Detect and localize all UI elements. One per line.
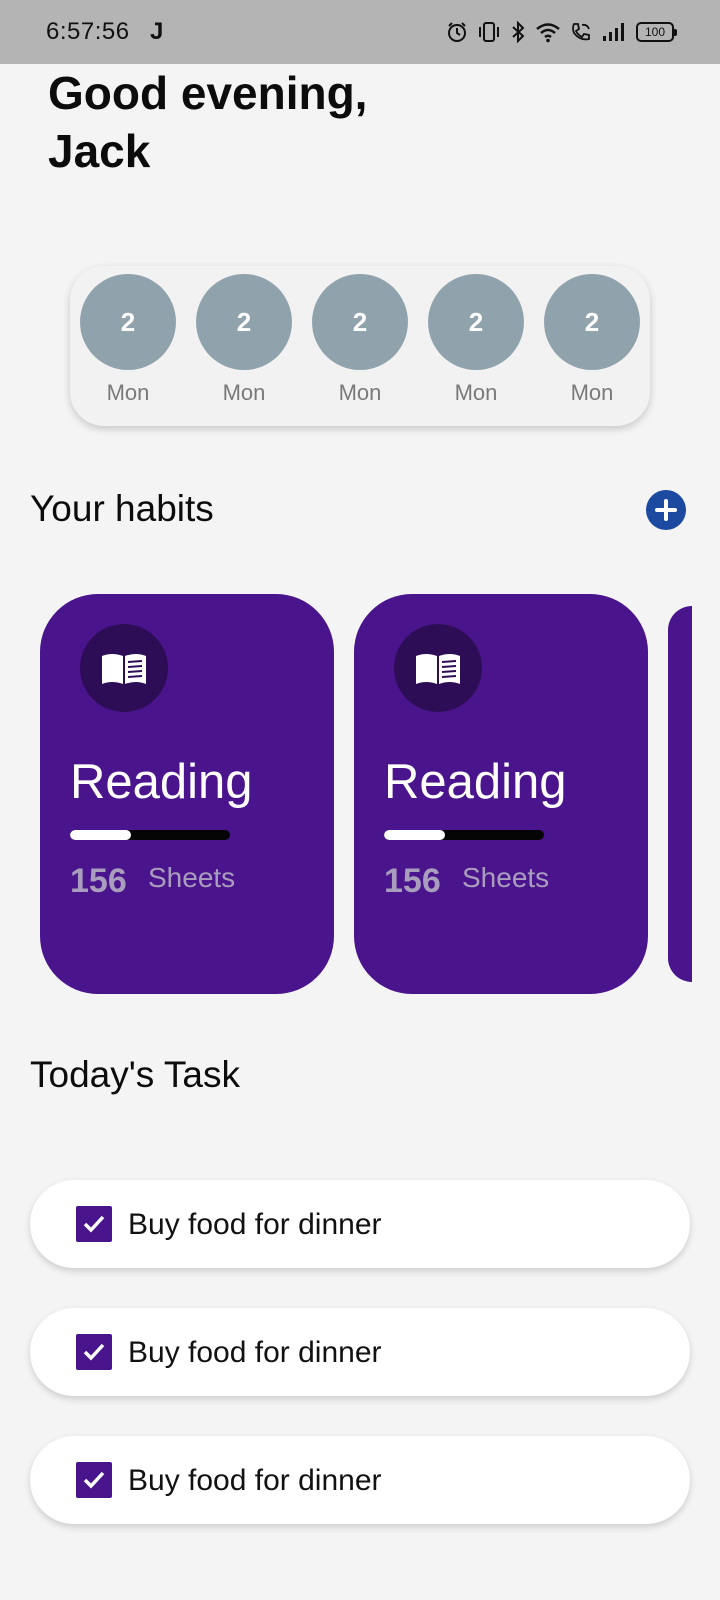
habit-count: 156: [384, 862, 441, 900]
app-notification-icon: J: [150, 18, 164, 45]
day-label: Mon: [338, 380, 382, 405]
task-label: Buy food for dinner: [128, 1208, 382, 1241]
habit-unit: Sheets: [148, 862, 236, 893]
day-number: 2: [80, 274, 176, 370]
wifi-call-icon: [572, 23, 590, 41]
book-icon: [416, 654, 460, 684]
task-item[interactable]: Buy food for dinner: [30, 1308, 690, 1396]
day-item[interactable]: 2 Mon: [428, 274, 524, 414]
day-label: Mon: [222, 380, 266, 405]
day-item[interactable]: 2 Mon: [312, 274, 408, 414]
task-label: Buy food for dinner: [128, 1336, 382, 1369]
habit-title: Reading: [70, 755, 253, 809]
habit-progress-fill: [70, 830, 131, 840]
habit-card-partial[interactable]: [668, 606, 692, 982]
day-label: Mon: [570, 380, 614, 405]
day-number: 2: [312, 274, 408, 370]
habit-count: 156: [70, 862, 127, 900]
status-icons: 100: [446, 18, 677, 46]
habit-progress-bar: [384, 830, 544, 840]
day-item[interactable]: 2 Mon: [196, 274, 292, 414]
wifi-icon: [536, 23, 560, 43]
task-label: Buy food for dinner: [128, 1464, 382, 1497]
tasks-section-title: Today's Task: [30, 1054, 240, 1095]
checkmark-icon: [83, 1471, 105, 1489]
habit-title: Reading: [384, 755, 567, 809]
plus-icon: [655, 499, 677, 521]
status-time: 6:57:56: [46, 18, 130, 45]
habit-icon-badge: [394, 624, 482, 712]
habit-progress-fill: [384, 830, 445, 840]
day-item[interactable]: 2 Mon: [80, 274, 176, 414]
status-bar: 6:57:56 J 100: [0, 0, 720, 64]
day-label: Mon: [106, 380, 150, 405]
battery-icon: 100: [636, 22, 677, 42]
user-name: Jack: [48, 125, 151, 177]
bluetooth-icon: [512, 21, 525, 43]
day-label: Mon: [454, 380, 498, 405]
task-checkbox[interactable]: [76, 1206, 112, 1242]
habit-progress-bar: [70, 830, 230, 840]
task-checkbox[interactable]: [76, 1462, 112, 1498]
day-number: 2: [428, 274, 524, 370]
habit-card[interactable]: Reading 156 Sheets: [40, 594, 334, 994]
task-checkbox[interactable]: [76, 1334, 112, 1370]
task-item[interactable]: Buy food for dinner: [30, 1436, 690, 1524]
checkmark-icon: [83, 1215, 105, 1233]
days-strip: 2 Mon 2 Mon 2 Mon 2 Mon 2 Mon: [70, 266, 650, 426]
day-item[interactable]: 2 Mon: [544, 274, 640, 414]
habit-card[interactable]: Reading 156 Sheets: [354, 594, 648, 994]
day-number: 2: [196, 274, 292, 370]
greeting-title: Good evening, Jack: [48, 64, 548, 180]
habit-unit: Sheets: [462, 862, 550, 893]
habit-icon-badge: [80, 624, 168, 712]
day-number: 2: [544, 274, 640, 370]
add-habit-button[interactable]: [646, 490, 686, 530]
vibrate-icon: [479, 22, 499, 42]
task-item[interactable]: Buy food for dinner: [30, 1180, 690, 1268]
habits-section-title: Your habits: [30, 488, 214, 529]
checkmark-icon: [83, 1343, 105, 1361]
alarm-icon: [448, 22, 466, 42]
greeting-line: Good evening,: [48, 67, 368, 119]
signal-icon: [603, 23, 624, 41]
book-icon: [102, 654, 146, 684]
